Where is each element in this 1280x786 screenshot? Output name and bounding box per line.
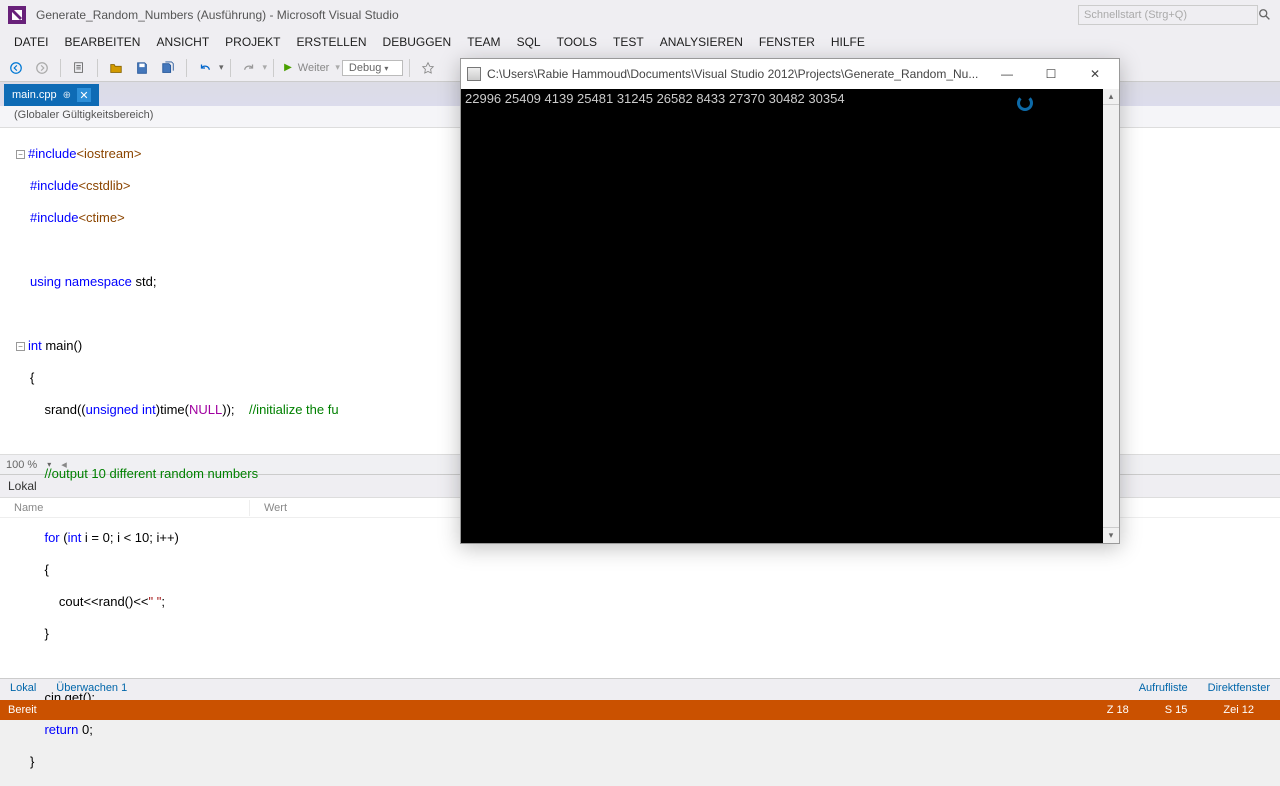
code-token: cout<<rand()<< — [30, 594, 149, 609]
code-token: return — [44, 722, 78, 737]
code-token: )time( — [156, 402, 189, 417]
menu-hilfe[interactable]: HILFE — [823, 32, 873, 52]
code-token: #include — [30, 178, 78, 193]
code-token: using — [30, 274, 61, 289]
window-title: Generate_Random_Numbers (Ausführung) - M… — [36, 8, 399, 22]
code-token: <cstdlib> — [78, 178, 130, 193]
minimize-button[interactable]: — — [985, 60, 1029, 88]
quick-launch-input[interactable]: Schnellstart (Strg+Q) — [1078, 5, 1258, 25]
scroll-down-icon[interactable]: ▾ — [1103, 527, 1119, 543]
menu-team[interactable]: TEAM — [459, 32, 508, 52]
status-ready: Bereit — [8, 704, 37, 716]
code-token: //output 10 different random numbers — [30, 466, 258, 481]
console-output: 22996 25409 4139 25481 31245 26582 8433 … — [465, 91, 845, 106]
close-button[interactable]: ✕ — [1073, 60, 1117, 88]
toolbar-separator — [409, 59, 410, 77]
menu-test[interactable]: TEST — [605, 32, 652, 52]
code-token — [30, 530, 44, 545]
menu-datei[interactable]: DATEI — [6, 32, 56, 52]
vs-logo-icon — [8, 6, 26, 24]
collapse-icon[interactable]: − — [16, 150, 25, 159]
pin-icon[interactable]: ⊕ — [63, 90, 71, 101]
scope-label: (Globaler Gültigkeitsbereich) — [14, 109, 153, 121]
save-all-icon[interactable] — [156, 57, 180, 79]
code-token: namespace — [65, 274, 132, 289]
open-icon[interactable] — [104, 57, 128, 79]
code-token: #include — [30, 210, 78, 225]
code-token: )); — [222, 402, 249, 417]
console-window: C:\Users\Rabie Hammoud\Documents\Visual … — [460, 58, 1120, 544]
code-token: #include — [28, 146, 76, 161]
scroll-up-icon[interactable]: ▴ — [1103, 89, 1119, 105]
status-char: Zei 12 — [1223, 704, 1254, 716]
back-button[interactable] — [4, 57, 28, 79]
console-app-icon — [467, 67, 481, 81]
code-token: ( — [60, 530, 68, 545]
code-token: srand(( — [30, 402, 86, 417]
toolbar-separator — [60, 59, 61, 77]
close-tab-icon[interactable]: ✕ — [77, 88, 91, 102]
code-token: int — [68, 530, 82, 545]
collapse-icon[interactable]: − — [16, 342, 25, 351]
status-bar: Bereit Z 18 S 15 Zei 12 — [0, 700, 1280, 720]
forward-button[interactable] — [30, 57, 54, 79]
menu-ansicht[interactable]: ANSICHT — [148, 32, 217, 52]
console-scrollbar[interactable]: ▴ ▾ — [1103, 89, 1119, 543]
code-token: <ctime> — [78, 210, 124, 225]
wait-cursor-icon — [1017, 95, 1033, 111]
code-token: <iostream> — [76, 146, 141, 161]
menubar: DATEI BEARBEITEN ANSICHT PROJEKT ERSTELL… — [0, 30, 1280, 54]
tab-label: main.cpp — [12, 89, 57, 101]
tab-main-cpp[interactable]: main.cpp ⊕ ✕ — [4, 84, 99, 106]
continue-button[interactable]: Weiter — [294, 62, 334, 74]
menu-analysieren[interactable]: ANALYSIEREN — [652, 32, 751, 52]
code-token: NULL — [189, 402, 222, 417]
undo-icon[interactable] — [193, 57, 217, 79]
code-token: i = 0; i < 10; i++) — [81, 530, 179, 545]
continue-icon[interactable]: ▶ — [284, 62, 292, 73]
code-token: ; — [161, 594, 165, 609]
code-token: int — [142, 402, 156, 417]
console-titlebar[interactable]: C:\Users\Rabie Hammoud\Documents\Visual … — [461, 59, 1119, 89]
code-token: { — [30, 370, 34, 385]
menu-sql[interactable]: SQL — [509, 32, 549, 52]
config-select[interactable]: Debug ▾ — [342, 60, 404, 76]
toolbar-separator — [230, 59, 231, 77]
console-output-area[interactable]: 22996 25409 4139 25481 31245 26582 8433 … — [461, 89, 1103, 543]
console-title: C:\Users\Rabie Hammoud\Documents\Visual … — [487, 67, 985, 81]
code-token: int — [28, 338, 42, 353]
code-token: unsigned — [86, 402, 139, 417]
toolbar-separator — [97, 59, 98, 77]
maximize-button[interactable]: ☐ — [1029, 60, 1073, 88]
code-token: //initialize the fu — [249, 402, 339, 417]
status-line: Z 18 — [1107, 704, 1129, 716]
menu-debuggen[interactable]: DEBUGGEN — [375, 32, 460, 52]
code-token: std; — [132, 274, 157, 289]
code-token: } — [30, 754, 34, 769]
toolbar-separator — [273, 59, 274, 77]
redo-icon[interactable] — [237, 57, 261, 79]
code-token: " " — [149, 594, 162, 609]
quick-launch-placeholder: Schnellstart (Strg+Q) — [1084, 9, 1187, 21]
status-col: S 15 — [1165, 704, 1188, 716]
menu-erstellen[interactable]: ERSTELLEN — [289, 32, 375, 52]
menu-bearbeiten[interactable]: BEARBEITEN — [56, 32, 148, 52]
new-button[interactable] — [67, 57, 91, 79]
code-token — [30, 722, 44, 737]
code-token: 0; — [78, 722, 92, 737]
menu-projekt[interactable]: PROJEKT — [217, 32, 288, 52]
config-value: Debug — [349, 62, 381, 74]
save-icon[interactable] — [130, 57, 154, 79]
toolbar-separator — [186, 59, 187, 77]
menu-tools[interactable]: TOOLS — [549, 32, 605, 52]
search-icon[interactable] — [1258, 8, 1272, 22]
menu-fenster[interactable]: FENSTER — [751, 32, 823, 52]
code-token: { — [30, 562, 49, 577]
code-token: for — [44, 530, 59, 545]
code-token: } — [30, 626, 49, 641]
code-token: main() — [42, 338, 82, 353]
find-icon[interactable] — [416, 57, 440, 79]
window-titlebar: Generate_Random_Numbers (Ausführung) - M… — [0, 0, 1280, 30]
